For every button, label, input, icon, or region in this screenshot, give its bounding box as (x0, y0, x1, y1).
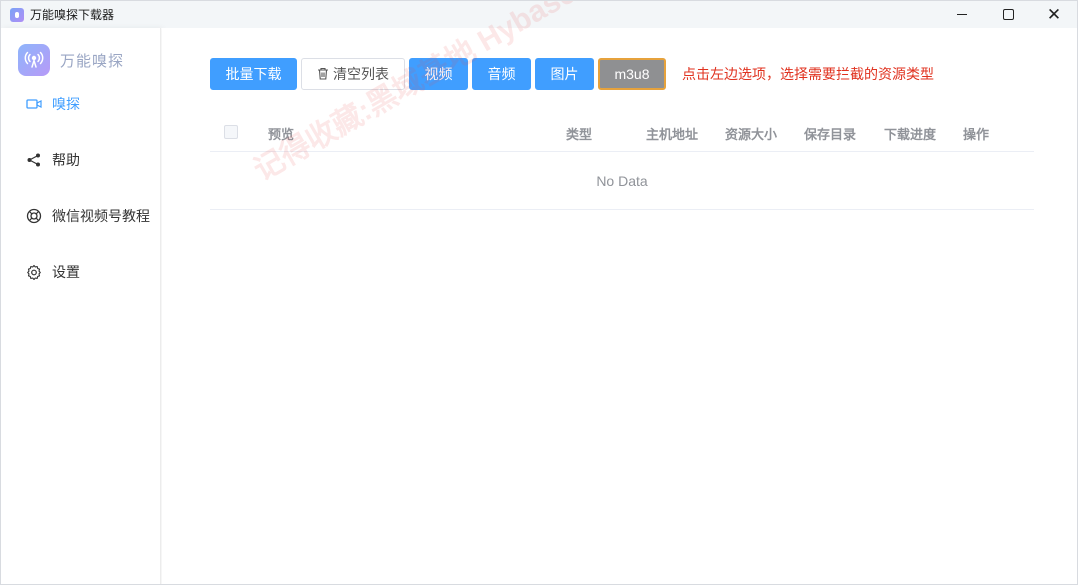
app-window: 万能嗅探下载器 ✕ 万能嗅探 嗅探 帮助 微信视频号教程 设置 批量下载 清空列… (0, 0, 1078, 585)
sidebar-item-wechat-tutorial[interactable]: 微信视频号教程 (26, 206, 150, 226)
select-all-checkbox[interactable] (224, 125, 238, 139)
table-header: 预览 类型 主机地址 资源大小 保存目录 下载进度 操作 (210, 114, 1034, 152)
column-type: 类型 (566, 127, 593, 142)
sidebar-item-label: 设置 (52, 264, 80, 280)
minimize-button[interactable] (939, 1, 985, 28)
sidebar-item-settings[interactable]: 设置 (26, 262, 80, 282)
sidebar-item-sniff[interactable]: 嗅探 (26, 94, 80, 114)
filter-hint-text: 点击左边选项，选择需要拦截的资源类型 (682, 65, 934, 82)
main-panel: 批量下载 清空列表 视频 音频 图片 m3u8 点击左边选项，选择需要拦截的资源… (162, 28, 1077, 584)
broadcast-logo-icon (18, 44, 50, 76)
empty-state: No Data (210, 152, 1034, 210)
sidebar-item-label: 微信视频号教程 (52, 208, 150, 224)
window-controls: ✕ (939, 1, 1077, 28)
sidebar: 万能嗅探 嗅探 帮助 微信视频号教程 设置 (1, 28, 161, 584)
trash-icon (318, 67, 328, 80)
video-filter-button[interactable]: 视频 (409, 57, 468, 90)
lifebuoy-icon (26, 208, 42, 224)
sidebar-item-label: 嗅探 (52, 96, 80, 112)
audio-filter-button[interactable]: 音频 (472, 57, 531, 90)
title-bar: 万能嗅探下载器 ✕ (1, 1, 1077, 28)
brand: 万能嗅探 (18, 44, 124, 76)
column-save-dir: 保存目录 (804, 127, 857, 142)
app-icon (10, 7, 24, 22)
resource-table: 预览 类型 主机地址 资源大小 保存目录 下载进度 操作 No Data (210, 114, 1034, 210)
sidebar-item-label: 帮助 (52, 152, 80, 168)
close-button[interactable]: ✕ (1031, 1, 1077, 28)
video-camera-icon (26, 96, 42, 112)
gear-icon (26, 264, 42, 280)
share-icon (26, 152, 42, 168)
image-filter-button[interactable]: 图片 (535, 57, 594, 90)
column-actions: 操作 (963, 127, 990, 142)
column-host: 主机地址 (646, 127, 699, 142)
clear-list-button[interactable]: 清空列表 (301, 57, 405, 90)
window-title: 万能嗅探下载器 (30, 8, 115, 22)
column-size: 资源大小 (725, 127, 778, 142)
sidebar-item-help[interactable]: 帮助 (26, 150, 80, 170)
m3u8-filter-button[interactable]: m3u8 (598, 57, 666, 90)
brand-name: 万能嗅探 (60, 52, 125, 70)
clear-list-label: 清空列表 (333, 65, 389, 82)
column-progress: 下载进度 (884, 127, 937, 142)
column-preview: 预览 (268, 127, 295, 142)
toolbar: 批量下载 清空列表 视频 音频 图片 m3u8 点击左边选项，选择需要拦截的资源… (210, 57, 934, 90)
batch-download-button[interactable]: 批量下载 (210, 57, 297, 90)
maximize-button[interactable] (985, 1, 1031, 28)
